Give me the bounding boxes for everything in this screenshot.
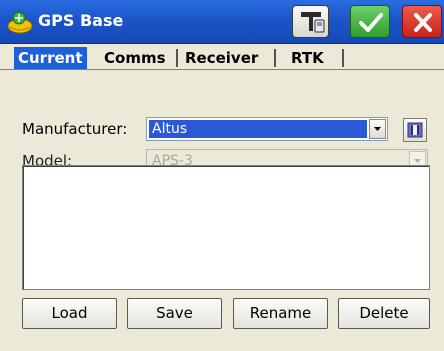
manufacturer-dropdown[interactable]: Altus [146,117,388,141]
load-button[interactable]: Load [22,298,117,329]
checkmark-icon [359,13,383,32]
manufacturer-value: Altus [149,120,367,138]
tab-separator [274,49,276,67]
manufacturer-dropdown-button[interactable] [369,119,386,139]
manufacturer-label: Manufacturer: [22,120,128,138]
close-icon [414,13,432,32]
tab-separator [342,49,344,67]
tab-receiver[interactable]: Receiver [181,47,262,69]
tab-current[interactable]: Current [14,47,87,69]
tab-rtk[interactable]: RTK [287,47,328,69]
ok-button[interactable] [350,5,390,38]
antenna-survey-icon [301,12,325,33]
delete-button[interactable]: Delete [338,298,430,329]
window-title: GPS Base [38,11,124,30]
survey-tool-button[interactable] [292,5,329,38]
gps-base-window: GPS Base Current Comms Receiver RTK Manu… [0,0,444,351]
save-button[interactable]: Save [127,298,222,329]
tab-comms[interactable]: Comms [100,47,170,69]
manufacturer-info-button[interactable] [403,118,427,142]
gps-satellite-app-icon [7,11,33,34]
info-book-icon [407,122,423,138]
tab-separator [176,49,178,67]
title-bar: GPS Base [0,0,444,44]
close-button[interactable] [402,5,442,38]
rename-button[interactable]: Rename [233,298,328,329]
tab-strip: Current Comms Receiver RTK [0,45,444,70]
chevron-down-icon [374,127,381,131]
base-list[interactable] [22,165,430,290]
